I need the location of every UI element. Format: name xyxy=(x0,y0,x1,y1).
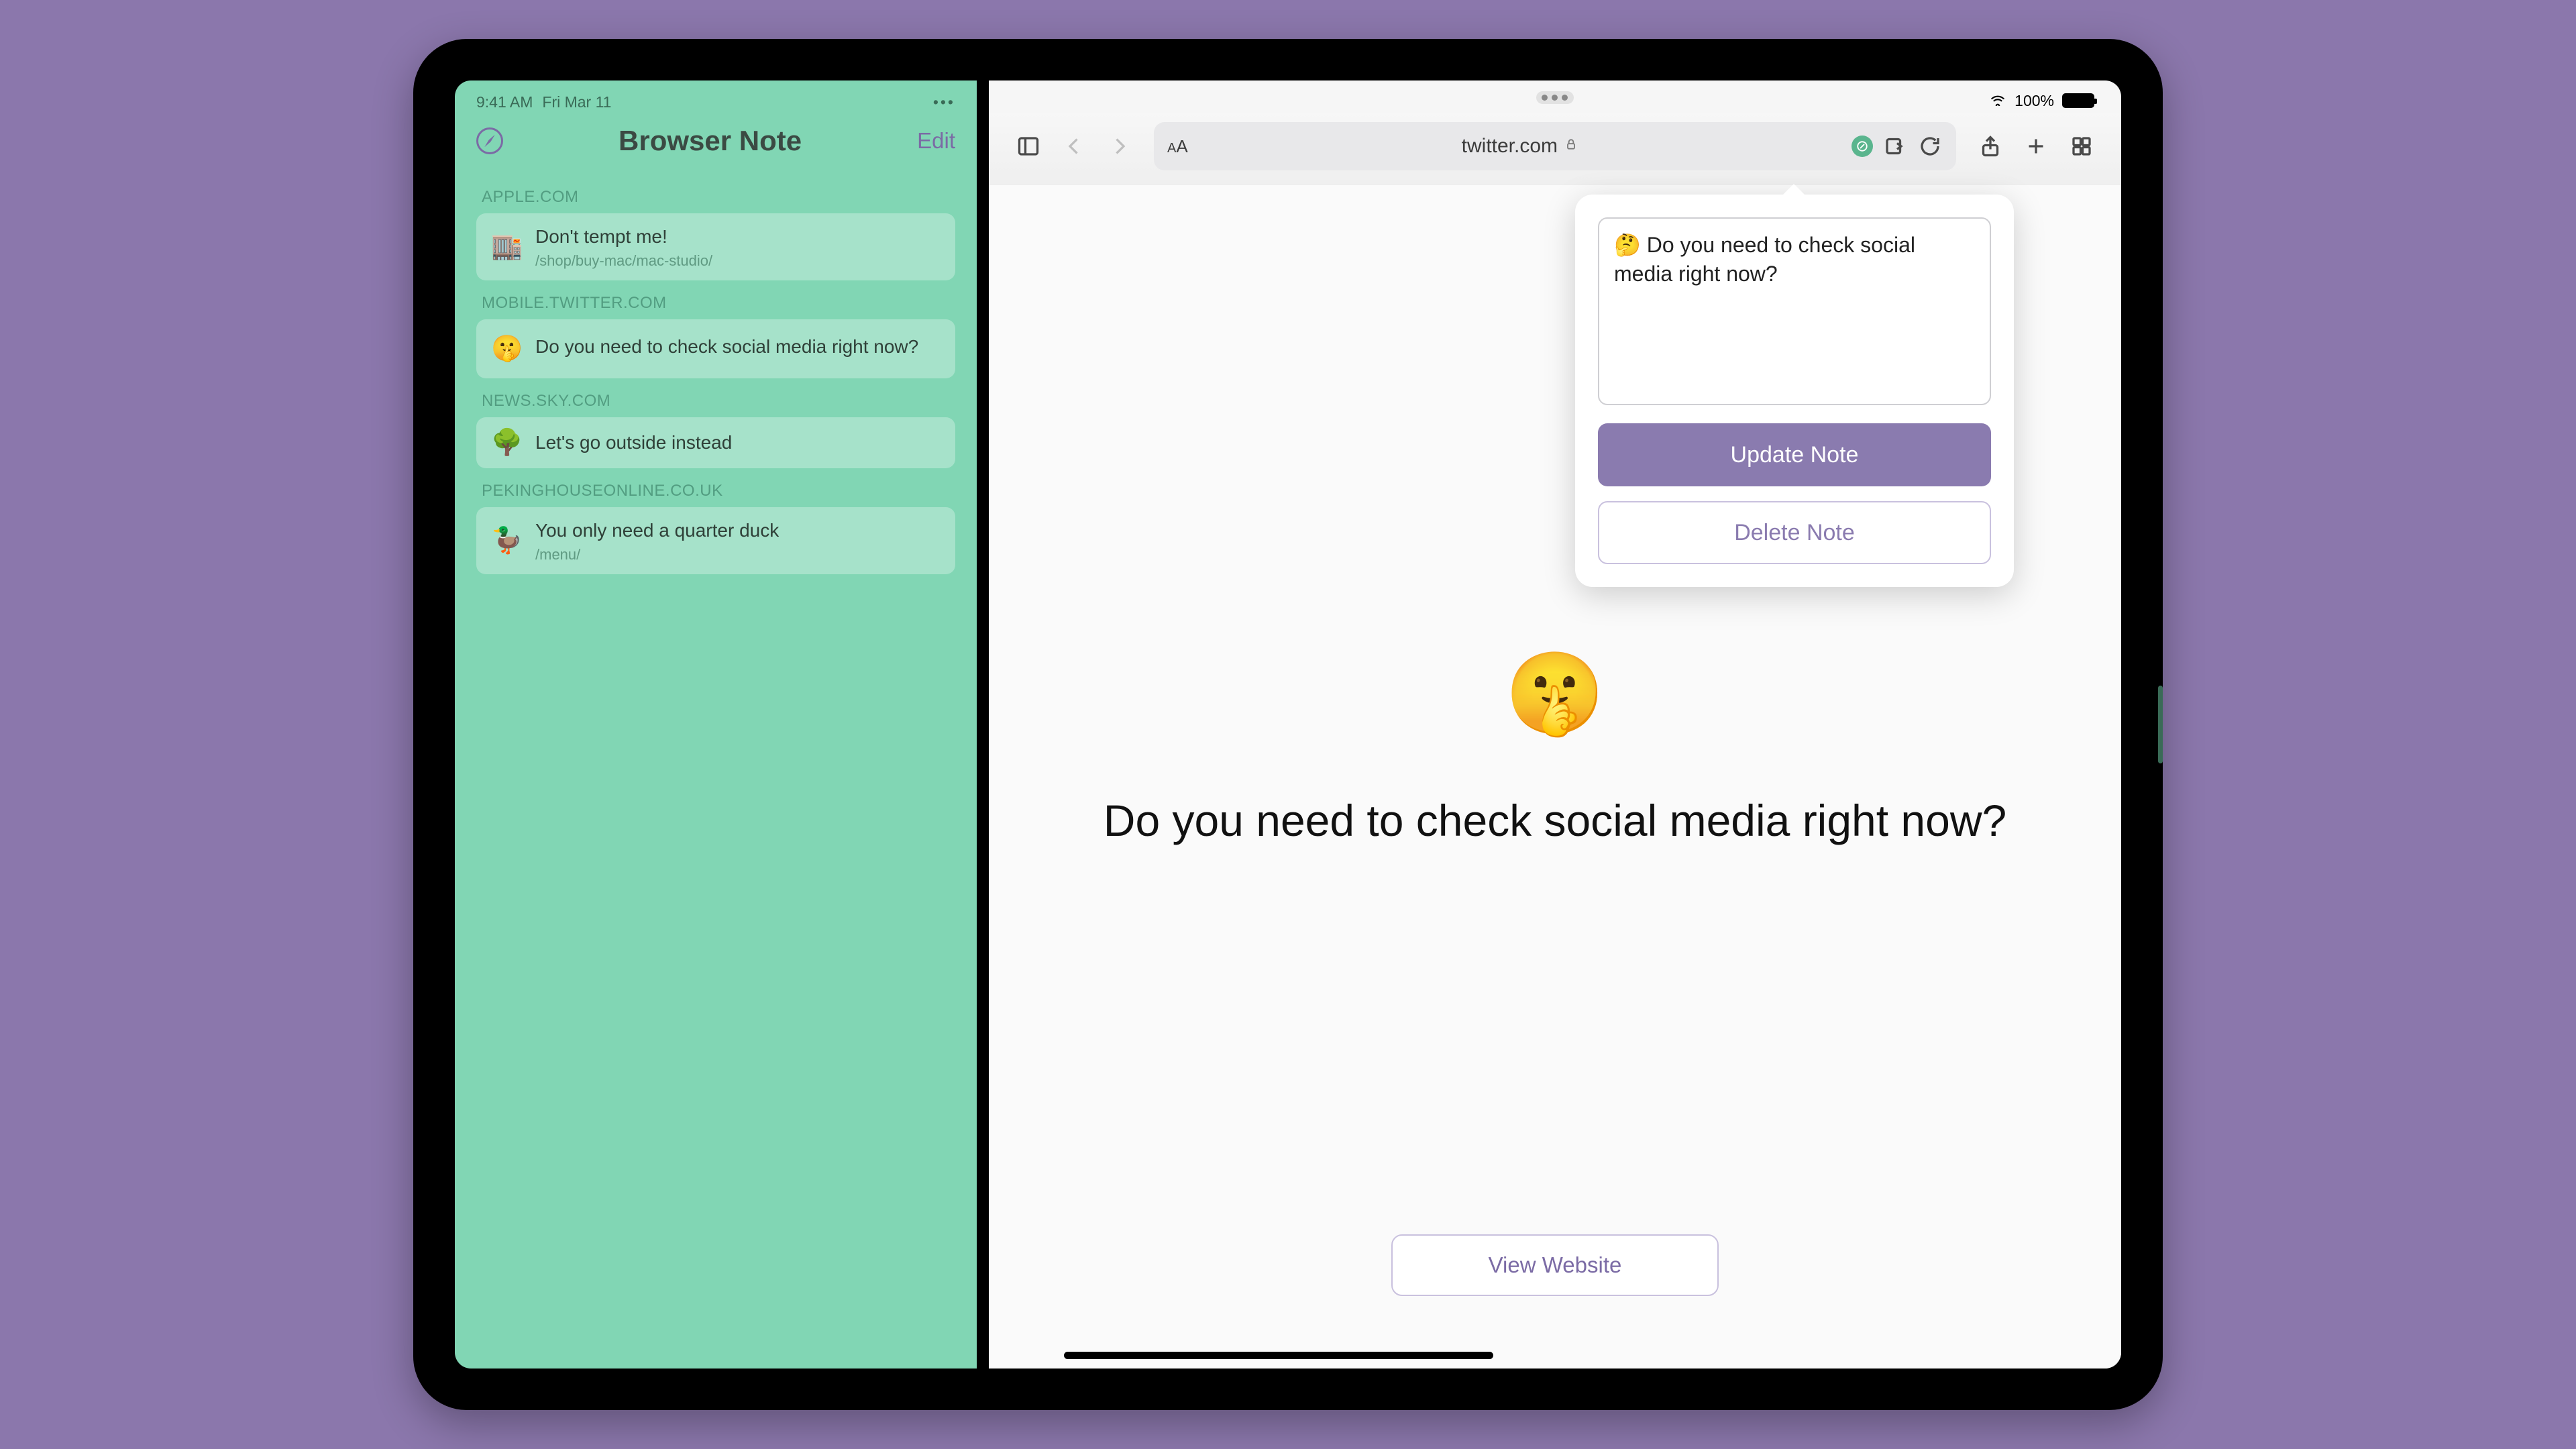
lock-icon xyxy=(1564,137,1578,156)
new-tab-button[interactable] xyxy=(2018,128,2054,164)
view-website-button[interactable]: View Website xyxy=(1391,1234,1719,1296)
note-card-peking[interactable]: 🦆 You only need a quarter duck /menu/ xyxy=(476,507,955,574)
app-title: Browser Note xyxy=(503,125,917,157)
safari-toolbar: AA twitter.com xyxy=(989,113,2121,184)
status-time: 9:41 AM xyxy=(476,93,533,111)
tablet-frame: 9:41 AM Fri Mar 11 ••• Browser Note Edit… xyxy=(413,39,2163,1410)
browser-note-app: 9:41 AM Fri Mar 11 ••• Browser Note Edit… xyxy=(455,80,977,1368)
multitask-dots-icon[interactable]: ••• xyxy=(933,93,955,111)
delete-note-button[interactable]: Delete Note xyxy=(1598,501,1991,564)
section-label: APPLE.COM xyxy=(482,188,955,207)
reload-button[interactable] xyxy=(1917,128,1943,164)
multitask-dots-icon[interactable] xyxy=(1536,91,1574,104)
note-list: APPLE.COM 🏬 Don't tempt me! /shop/buy-ma… xyxy=(455,174,977,580)
edit-button[interactable]: Edit xyxy=(917,128,955,154)
url-display: twitter.com xyxy=(1197,135,1842,158)
section-label: NEWS.SKY.COM xyxy=(482,392,955,411)
update-note-button[interactable]: Update Note xyxy=(1598,423,1991,486)
note-emoji: 🏬 xyxy=(491,232,521,262)
page-emoji: 🤫 xyxy=(1505,647,1605,741)
browser-note-extension-icon[interactable] xyxy=(1851,136,1873,157)
note-emoji: 🤫 xyxy=(491,334,521,364)
page-headline: Do you need to check social media right … xyxy=(1104,795,2006,846)
sidebar-toggle-button[interactable] xyxy=(1010,128,1046,164)
safari-app: 100% AA twitter.com xyxy=(989,80,2121,1368)
split-divider[interactable] xyxy=(977,80,989,1368)
section-label: MOBILE.TWITTER.COM xyxy=(482,294,955,313)
text-size-button[interactable]: AA xyxy=(1167,136,1188,157)
screen: 9:41 AM Fri Mar 11 ••• Browser Note Edit… xyxy=(455,80,2121,1368)
battery-icon xyxy=(2062,93,2094,108)
home-indicator[interactable] xyxy=(1064,1352,1493,1359)
status-date: Fri Mar 11 xyxy=(542,93,611,111)
status-bar-left: 9:41 AM Fri Mar 11 ••• xyxy=(455,80,977,113)
address-bar[interactable]: AA twitter.com xyxy=(1154,122,1956,170)
forward-button[interactable] xyxy=(1102,128,1138,164)
tabs-button[interactable] xyxy=(2063,128,2100,164)
note-title: Don't tempt me! xyxy=(535,224,712,250)
note-title: You only need a quarter duck xyxy=(535,518,779,543)
status-bar-right: 100% xyxy=(989,80,2121,113)
note-subpath: /menu/ xyxy=(535,546,779,564)
note-emoji: 🌳 xyxy=(491,428,521,458)
note-card-twitter[interactable]: 🤫 Do you need to check social media righ… xyxy=(476,319,955,378)
note-title: Do you need to check social media right … xyxy=(535,334,918,360)
note-title: Let's go outside instead xyxy=(535,430,732,455)
wifi-icon xyxy=(1989,91,2006,110)
back-button[interactable] xyxy=(1056,128,1092,164)
note-card-apple[interactable]: 🏬 Don't tempt me! /shop/buy-mac/mac-stud… xyxy=(476,213,955,280)
note-textarea[interactable] xyxy=(1598,217,1991,405)
share-button[interactable] xyxy=(1972,128,2008,164)
reader-arrow-icon[interactable] xyxy=(1882,128,1908,164)
compass-icon[interactable] xyxy=(476,127,503,154)
note-card-sky[interactable]: 🌳 Let's go outside instead xyxy=(476,417,955,468)
note-subpath: /shop/buy-mac/mac-studio/ xyxy=(535,252,712,270)
note-popover: Update Note Delete Note xyxy=(1575,195,2014,587)
left-header: Browser Note Edit xyxy=(455,113,977,174)
note-emoji: 🦆 xyxy=(491,526,521,555)
battery-percent: 100% xyxy=(2015,92,2054,110)
section-label: PEKINGHOUSEONLINE.CO.UK xyxy=(482,482,955,500)
